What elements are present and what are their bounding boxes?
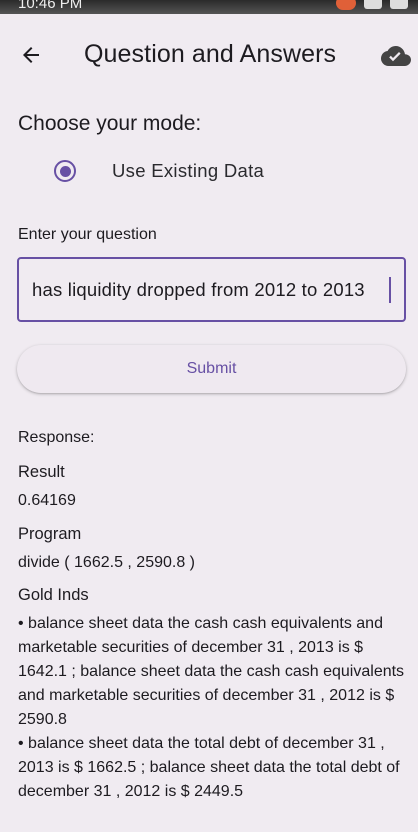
- mode-option-existing-data[interactable]: Use Existing Data: [50, 156, 264, 186]
- app-bar: Question and Answers: [0, 24, 418, 84]
- gold-ind-item: • balance sheet data the total debt of d…: [18, 735, 400, 800]
- status-icons: [336, 0, 408, 10]
- radio-label: Use Existing Data: [112, 160, 265, 181]
- battery-icon: [390, 0, 408, 9]
- question-input[interactable]: [17, 257, 406, 322]
- signal-icon: [364, 0, 382, 9]
- submit-button[interactable]: Submit: [17, 345, 406, 393]
- cloud-done-button[interactable]: [380, 42, 412, 70]
- radio-selected-dot: [59, 165, 71, 177]
- status-bar: 10:46 PM: [0, 0, 418, 14]
- result-label: Result: [18, 463, 65, 481]
- gold-ind-item: • balance sheet data the cash cash equiv…: [18, 615, 405, 728]
- back-button[interactable]: [16, 40, 46, 70]
- cloud-done-icon: [381, 46, 411, 66]
- program-value: divide ( 1662.5 , 2590.8 ): [18, 554, 196, 571]
- page-title: Question and Answers: [84, 40, 337, 68]
- response-heading: Response:: [18, 429, 95, 446]
- radio-button[interactable]: [54, 160, 76, 182]
- program-label: Program: [18, 525, 82, 543]
- gold-inds-list: • balance sheet data the cash cash equiv…: [18, 612, 410, 804]
- status-time: 10:46 PM: [18, 0, 83, 12]
- gold-inds-label: Gold Inds: [18, 586, 89, 604]
- text-caret: [389, 277, 391, 303]
- result-value: 0.64169: [18, 492, 76, 509]
- recording-icon: [336, 0, 356, 10]
- mode-heading: Choose your mode:: [18, 112, 202, 135]
- arrow-left-icon: [23, 47, 39, 63]
- question-label: Enter your question: [18, 226, 157, 243]
